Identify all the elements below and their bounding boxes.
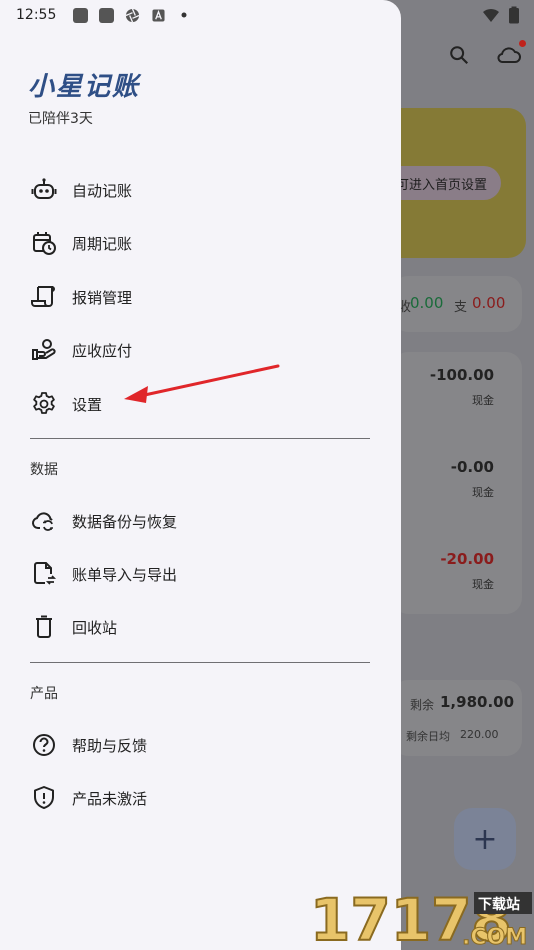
navigation-drawer: 小星记账 已陪伴3天 自动记账 周期记账 报销管理 应收应付 设置 数据 数据备… xyxy=(0,0,401,950)
status-right xyxy=(482,6,520,28)
menu-item-recycle-bin[interactable]: 回收站 xyxy=(30,607,370,647)
more-dot-icon xyxy=(176,7,192,23)
keyboard-a-icon xyxy=(150,7,166,23)
annotation-arrow-icon xyxy=(124,364,280,403)
watermark-domain: .COM xyxy=(462,925,527,950)
menu-item-import-export[interactable]: 账单导入与导出 xyxy=(30,554,370,594)
transaction-list: -100.00 现金 -0.00 现金 -20.00 现金 xyxy=(392,352,522,614)
notification-icon xyxy=(72,7,88,23)
battery-icon xyxy=(508,6,520,28)
add-record-button[interactable]: + xyxy=(454,808,516,870)
background-toolbar xyxy=(448,40,526,66)
app-title: 小星记账 xyxy=(28,72,141,102)
search-icon[interactable] xyxy=(448,44,470,66)
shield-alert-icon xyxy=(30,784,58,812)
menu-item-label: 设置 xyxy=(72,395,103,414)
expense-value: 0.00 xyxy=(472,294,506,312)
menu-item-label: 自动记账 xyxy=(72,181,133,200)
transaction-account: 现金 xyxy=(472,486,494,499)
menu-item-auto-record[interactable]: 自动记账 xyxy=(30,170,370,210)
status-time: 12:55 xyxy=(16,7,57,23)
menu-item-periodic-record[interactable]: 周期记账 xyxy=(30,223,370,263)
file-transfer-icon xyxy=(30,560,58,588)
menu-item-label: 产品未激活 xyxy=(72,789,148,808)
hand-coin-icon xyxy=(30,336,58,364)
aperture-icon xyxy=(124,7,140,23)
receipt-icon xyxy=(30,283,58,311)
robot-icon xyxy=(30,176,58,204)
divider xyxy=(30,662,370,663)
budget-daily-value: 220.00 xyxy=(460,728,499,741)
app-subtitle: 已陪伴3天 xyxy=(28,111,93,127)
calendar-clock-icon xyxy=(30,229,58,257)
menu-item-label: 数据备份与恢复 xyxy=(72,512,178,531)
budget-remaining-label: 剩余 xyxy=(410,698,435,712)
cloud-sync-icon xyxy=(30,507,58,535)
transaction-amount: -0.00 xyxy=(450,458,494,476)
trash-icon xyxy=(30,613,58,641)
menu-item-help-feedback[interactable]: 帮助与反馈 xyxy=(30,725,370,765)
section-title-product: 产品 xyxy=(30,686,58,702)
budget-card: 剩余 1,980.00 剩余日均 220.00 xyxy=(392,680,522,756)
gear-icon xyxy=(30,390,58,418)
watermark-site-label: 下载站 xyxy=(478,896,520,913)
divider xyxy=(30,438,370,439)
menu-item-product-activation[interactable]: 产品未激活 xyxy=(30,778,370,818)
budget-daily-label: 剩余日均 xyxy=(406,730,450,743)
wifi-icon xyxy=(482,7,500,27)
transaction-account: 现金 xyxy=(472,394,494,407)
menu-item-label: 帮助与反馈 xyxy=(72,736,148,755)
help-circle-icon xyxy=(30,731,58,759)
cloud-sync-status-icon[interactable] xyxy=(496,40,526,66)
summary-card: 收 0.00 支 0.00 xyxy=(392,276,522,332)
site-watermark: 17178 下载站 .COM xyxy=(310,885,532,950)
menu-item-label: 周期记账 xyxy=(72,234,133,253)
menu-item-reimbursement[interactable]: 报销管理 xyxy=(30,277,370,317)
menu-item-label: 报销管理 xyxy=(72,288,133,307)
transaction-account: 现金 xyxy=(472,578,494,591)
menu-item-label: 回收站 xyxy=(72,618,118,637)
income-value: 0.00 xyxy=(410,294,444,312)
budget-remaining-value: 1,980.00 xyxy=(440,693,515,711)
transaction-amount: -20.00 xyxy=(440,550,494,568)
status-bar: 12:55 xyxy=(0,0,534,30)
expense-label: 支 xyxy=(454,300,468,315)
transaction-amount: -100.00 xyxy=(429,366,494,384)
notification-icon xyxy=(98,7,114,23)
menu-item-label: 账单导入与导出 xyxy=(72,565,178,584)
section-title-data: 数据 xyxy=(30,462,58,478)
notification-badge xyxy=(519,40,526,47)
menu-item-backup-restore[interactable]: 数据备份与恢复 xyxy=(30,501,370,541)
